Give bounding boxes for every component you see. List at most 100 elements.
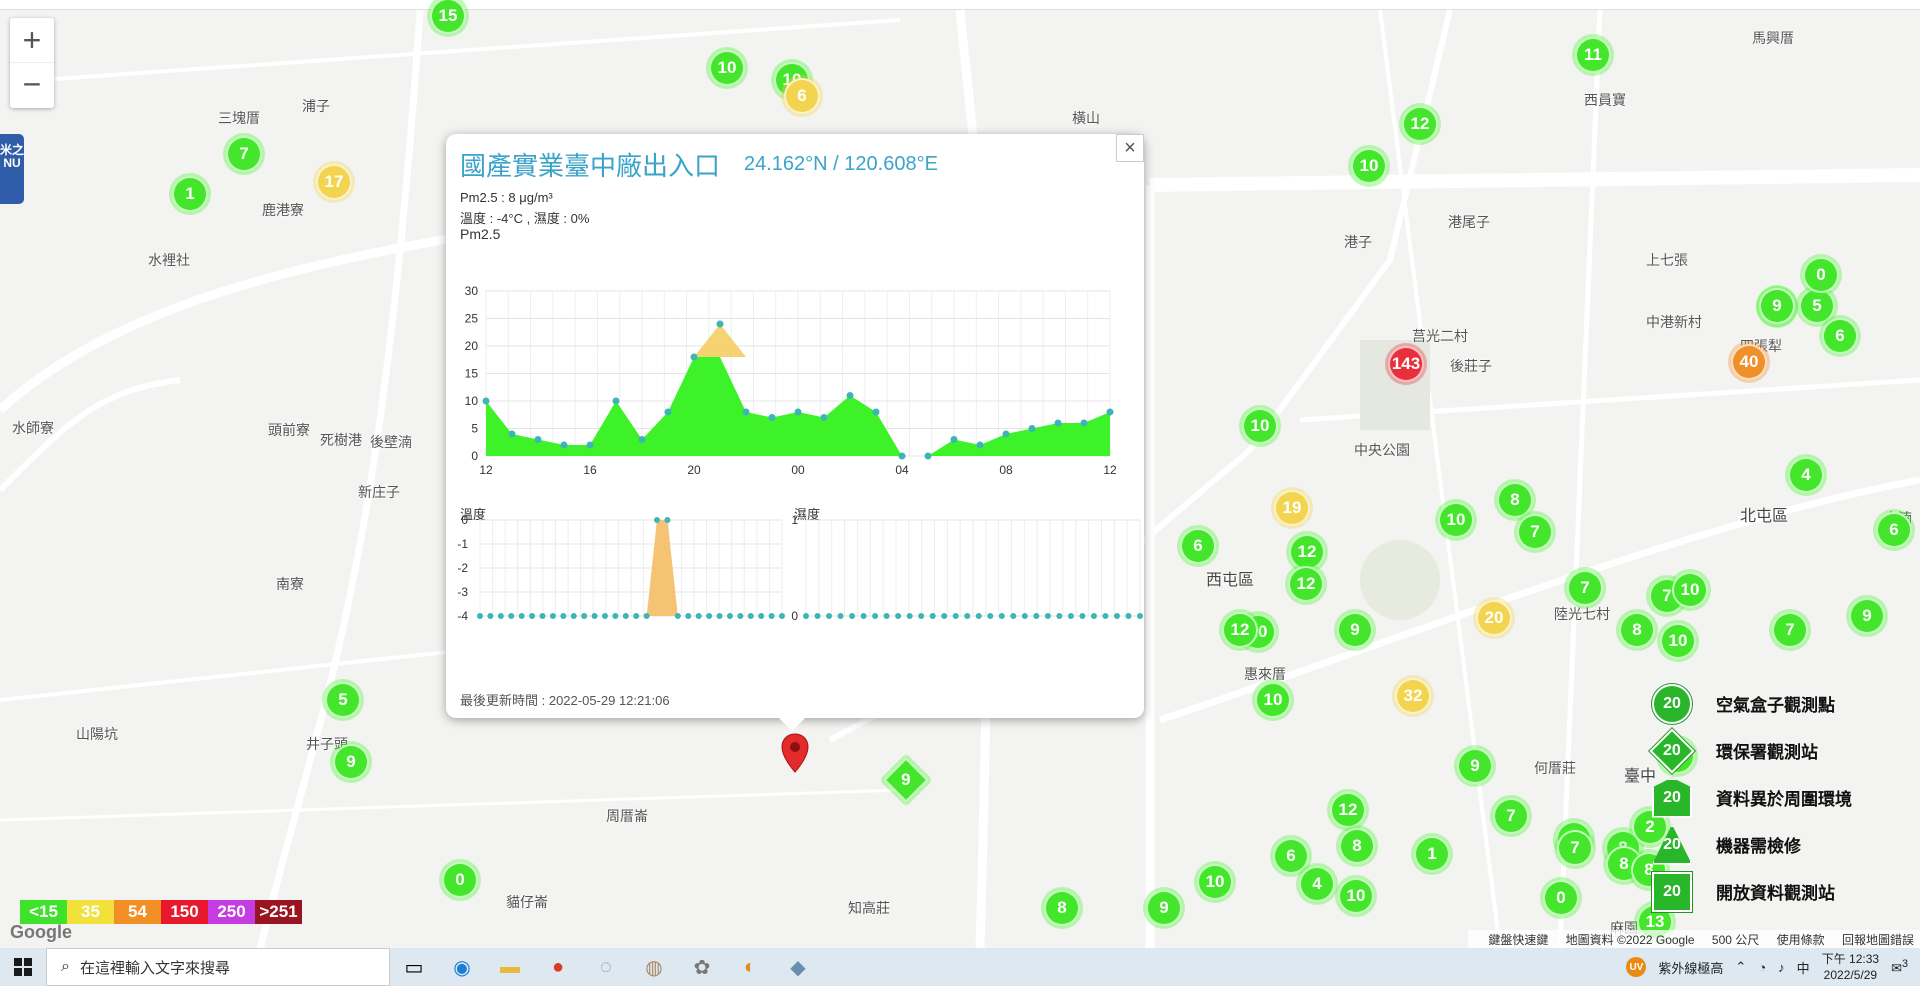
map-pin-icon[interactable] xyxy=(780,732,810,780)
pm25-reading: Pm2.5 : 8 μg/m³ xyxy=(460,190,553,205)
station-marker[interactable]: 0 xyxy=(442,862,478,898)
app-icon[interactable]: ◍ xyxy=(630,948,678,986)
station-marker[interactable]: 4 xyxy=(1299,866,1335,902)
station-marker[interactable]: 0 xyxy=(1543,880,1579,916)
station-marker[interactable]: 9 xyxy=(1146,890,1182,926)
app-icon[interactable]: ✿ xyxy=(678,948,726,986)
station-marker[interactable]: 0 xyxy=(1803,257,1839,293)
file-explorer-icon[interactable]: ▬ xyxy=(486,948,534,986)
station-marker[interactable]: 12 xyxy=(1288,566,1324,602)
google-logo: Google xyxy=(10,922,72,942)
station-marker[interactable]: 10 xyxy=(1255,682,1291,718)
station-marker[interactable]: 10 xyxy=(1197,864,1233,900)
zoom-in-button[interactable]: + xyxy=(10,18,54,62)
chrome-icon[interactable]: ● xyxy=(534,948,582,986)
station-marker[interactable]: 7 xyxy=(1567,570,1603,606)
uv-icon[interactable]: UV xyxy=(1626,957,1647,977)
station-marker[interactable]: 7 xyxy=(1557,830,1593,866)
humidity-point xyxy=(1113,613,1120,619)
scale-text[interactable]: 500 公尺 xyxy=(1712,933,1759,947)
chevron-up-icon[interactable]: ⌃ xyxy=(1735,959,1746,975)
legend-value: 20 xyxy=(1663,835,1681,853)
station-marker[interactable]: 4 xyxy=(1788,457,1824,493)
y-tick-label: 20 xyxy=(465,339,479,353)
station-marker[interactable]: 6 xyxy=(1822,318,1858,354)
station-marker[interactable]: 12 xyxy=(1222,612,1258,648)
station-marker[interactable]: 10 xyxy=(709,50,745,86)
station-marker[interactable]: 1 xyxy=(1414,836,1450,872)
legend-label: 資料異於周圍環境 xyxy=(1716,790,1852,809)
station-marker[interactable]: 6 xyxy=(1273,838,1309,874)
clock[interactable]: 下午 12:33 2022/5/29 xyxy=(1822,951,1879,983)
station-marker[interactable]: 9 xyxy=(1337,612,1373,648)
volume-icon[interactable]: ♪ xyxy=(1778,960,1785,975)
station-marker[interactable]: 7 xyxy=(226,136,262,172)
network-icon[interactable]: ◔ xyxy=(1758,960,1766,975)
station-marker[interactable]: 5 xyxy=(325,682,361,718)
place-label: 貓仔崙 xyxy=(506,894,548,910)
station-marker[interactable]: 32 xyxy=(1395,678,1431,714)
station-marker[interactable]: 6 xyxy=(1876,512,1912,548)
humidity-point xyxy=(1137,613,1143,619)
app-icon[interactable]: ◆ xyxy=(774,948,822,986)
zoom-out-button[interactable]: − xyxy=(10,62,54,106)
keyboard-shortcuts-link[interactable]: 鍵盤快速鍵 xyxy=(1488,933,1548,947)
y-tick-label: -4 xyxy=(457,609,468,623)
humidity-point xyxy=(872,613,879,619)
station-marker[interactable]: 7 xyxy=(1517,514,1553,550)
station-marker[interactable]: 10 xyxy=(1438,502,1474,538)
temperature-point xyxy=(779,613,785,619)
station-marker[interactable]: 5 xyxy=(1799,288,1835,324)
station-marker[interactable]: 12 xyxy=(1330,792,1366,828)
side-tab[interactable]: 米之NU xyxy=(0,134,24,204)
station-marker[interactable]: 10 xyxy=(1660,623,1696,659)
station-marker[interactable]: 8 xyxy=(1339,828,1375,864)
station-marker[interactable]: 8 xyxy=(1497,482,1533,518)
app-icon[interactable]: ◌ xyxy=(582,948,630,986)
aqi-scale-step: 35 xyxy=(67,900,114,924)
taskbar-search-input[interactable]: ⌕ 在這裡輸入文字來搜尋 xyxy=(46,948,390,986)
station-marker[interactable]: 20 xyxy=(1476,600,1512,636)
station-marker[interactable]: 8 xyxy=(1619,612,1655,648)
temperature-point xyxy=(581,613,588,619)
station-marker[interactable]: 10 xyxy=(1672,572,1708,608)
station-marker[interactable]: 11 xyxy=(1575,37,1611,73)
station-marker[interactable]: 19 xyxy=(1274,490,1310,526)
station-marker[interactable]: 10 xyxy=(1338,878,1374,914)
notification-icon[interactable]: ✉3 xyxy=(1891,958,1908,976)
station-marker[interactable]: 12 xyxy=(1402,106,1438,142)
report-link[interactable]: 回報地圖錯誤 xyxy=(1842,933,1914,947)
station-marker[interactable]: 9 xyxy=(1457,748,1493,784)
clock-date: 2022/5/29 xyxy=(1823,968,1878,982)
task-view-icon[interactable]: ▭ xyxy=(390,948,438,986)
station-marker[interactable]: 6 xyxy=(784,78,820,114)
station-marker[interactable]: 6 xyxy=(1180,528,1216,564)
humidity-point xyxy=(837,613,844,619)
station-marker[interactable]: 40 xyxy=(1731,344,1767,380)
station-marker[interactable]: 7 xyxy=(1493,798,1529,834)
station-marker[interactable]: 143 xyxy=(1388,346,1424,382)
station-marker[interactable]: 10 xyxy=(1242,408,1278,444)
station-marker[interactable]: 10 xyxy=(1351,148,1387,184)
station-marker[interactable]: 9 xyxy=(333,744,369,780)
close-icon[interactable]: × xyxy=(1116,134,1144,162)
map-canvas[interactable]: 三塊厝 鹿港寮 水裡社 浦子 頭前寮 死樹港 後壁湳 新庄子 水師寮 南寮 山陽坑 井子頭 周厝崙 知高莊… xyxy=(0,0,1920,948)
station-marker[interactable]: 17 xyxy=(316,164,352,200)
app-icon[interactable]: ◐ xyxy=(726,948,774,986)
station-marker[interactable]: 12 xyxy=(1289,534,1325,570)
edge-browser-icon[interactable]: ◉ xyxy=(438,948,486,986)
station-marker[interactable]: 9 xyxy=(1849,598,1885,634)
station-marker[interactable]: 9 xyxy=(1759,288,1795,324)
station-marker[interactable]: 8 xyxy=(1044,890,1080,926)
temperature-point xyxy=(497,613,504,619)
pm25-point xyxy=(768,414,776,421)
station-marker[interactable]: 7 xyxy=(1772,612,1808,648)
terms-link[interactable]: 使用條款 xyxy=(1777,933,1825,947)
humidity-point xyxy=(1044,613,1051,619)
place-label: 何厝莊 xyxy=(1534,760,1576,776)
pm25-point xyxy=(638,436,646,443)
legend-tri-icon: 20 xyxy=(1652,824,1692,865)
windows-start-icon[interactable] xyxy=(0,948,46,986)
station-marker[interactable]: 1 xyxy=(172,176,208,212)
ime-indicator[interactable]: 中 xyxy=(1797,958,1810,977)
